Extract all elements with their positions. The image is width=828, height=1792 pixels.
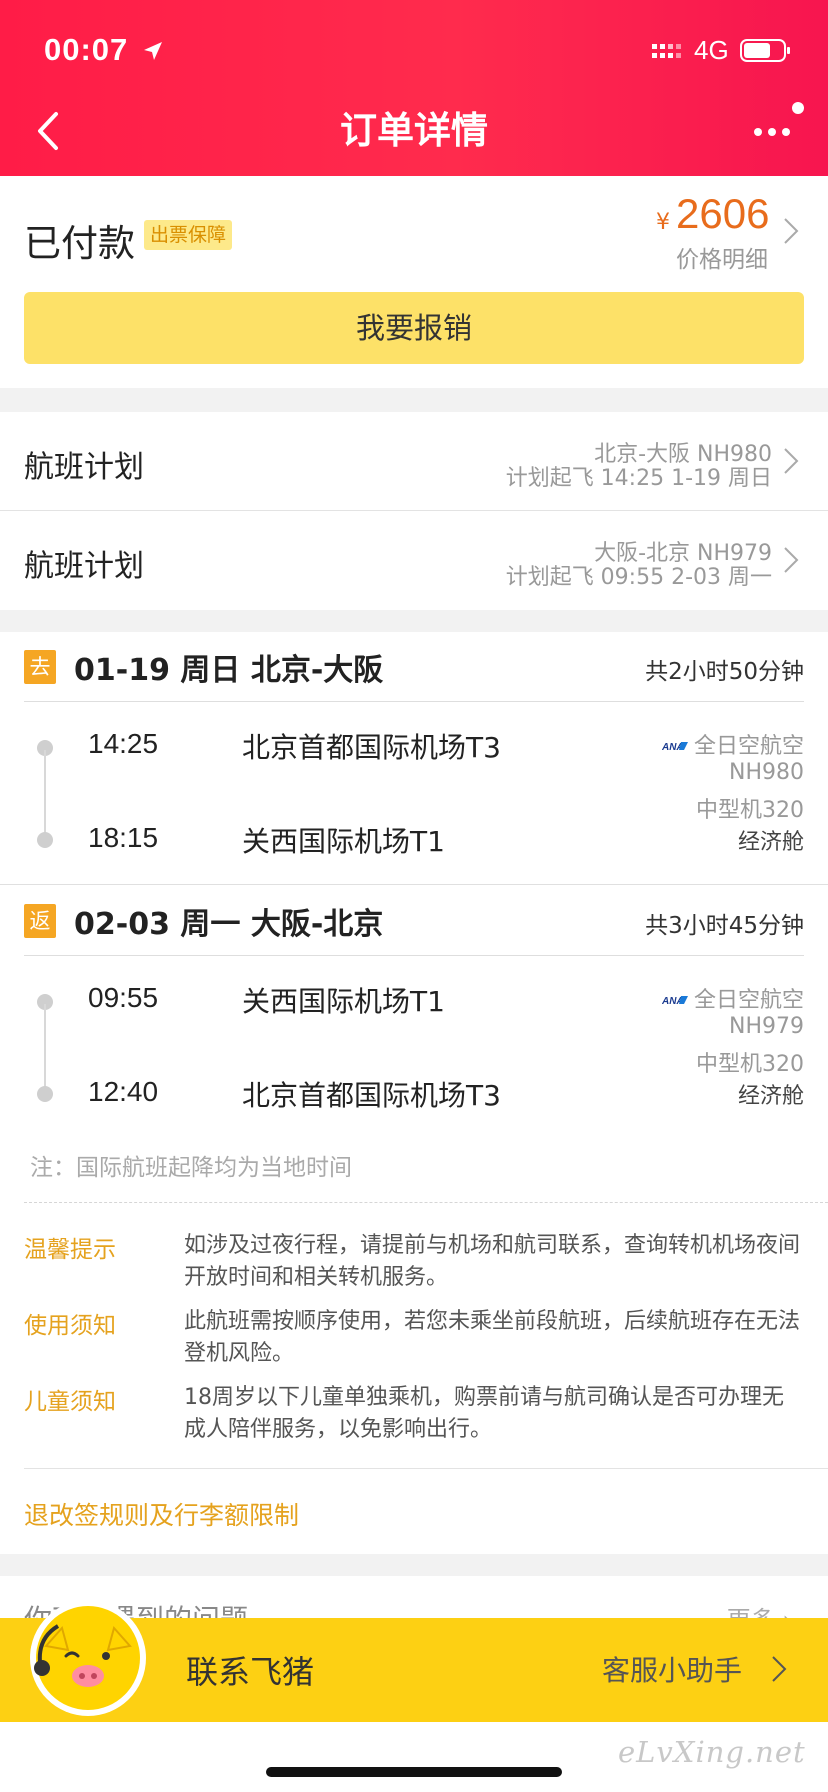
airline: ANA 全日空航空 — [662, 728, 804, 760]
timeline-dot — [37, 832, 53, 848]
payment-section: 已付款 出票保障 ¥ 2606 价格明细 我要报销 — [0, 176, 828, 388]
flight-plan-schedule: 计划起飞 09:55 2-03 周一 — [505, 565, 772, 590]
ticket-guarantee-badge: 出票保障 — [144, 220, 233, 250]
chevron-right-icon — [784, 448, 799, 474]
flight-plans-list: 航班计划 北京-大阪 NH980 计划起飞 14:25 1-19 周日 航班计划… — [0, 412, 828, 610]
customer-service-assistant[interactable]: 客服小助手 — [602, 1649, 742, 1689]
itinerary-section: 去 01-19 周日 北京-大阪 共2小时50分钟 14:25 北京首都国际机场… — [0, 632, 828, 1554]
leg-title: 01-19 周日 北京-大阪 — [74, 653, 384, 688]
chevron-right-icon — [784, 547, 799, 573]
status-time: 00:07 — [44, 32, 129, 67]
arrival-airport: 关西国际机场T1 — [242, 825, 445, 858]
ana-logo-icon: ANA — [662, 742, 688, 752]
leg-direction-tag: 去 — [24, 650, 56, 684]
flight-plan-schedule: 计划起飞 14:25 1-19 周日 — [505, 466, 772, 491]
dashed-divider — [24, 1202, 828, 1203]
price-detail-link[interactable]: 价格明细 — [676, 240, 768, 274]
page-title: 订单详情 — [340, 109, 488, 152]
price-amount[interactable]: 2606 — [676, 190, 769, 238]
chevron-right-icon[interactable] — [782, 216, 800, 246]
home-indicator[interactable] — [266, 1767, 562, 1777]
notice-text: 18周岁以下儿童单独乘机，购票前请与航司确认是否可办理无成人陪伴服务，以免影响出… — [184, 1385, 784, 1442]
departure-time: 09:55 — [88, 982, 159, 1013]
cabin-class: 经济舱 — [737, 1084, 804, 1109]
timeline-line — [44, 750, 46, 834]
timeline-line — [44, 1004, 46, 1088]
leg-duration: 共3小时45分钟 — [645, 913, 804, 939]
airline: ANA 全日空航空 — [662, 982, 804, 1014]
departure-airport: 北京首都国际机场T3 — [242, 731, 501, 764]
departure-airport: 关西国际机场T1 — [242, 985, 445, 1018]
flight-plan-row[interactable]: 航班计划 大阪-北京 NH979 计划起飞 09:55 2-03 周一 — [0, 510, 828, 608]
timeline-dot — [37, 1086, 53, 1102]
timezone-note: 注：国际航班起降均为当地时间 — [30, 1155, 352, 1181]
battery-icon — [740, 39, 790, 62]
notice-title: 儿童须知 — [24, 1389, 116, 1415]
notice-title: 使用须知 — [24, 1313, 116, 1339]
leg-header: 返 02-03 周一 大阪-北京 共3小时45分钟 — [24, 886, 804, 956]
aircraft-type: 中型机320 — [696, 798, 804, 823]
payment-status: 已付款 — [24, 222, 135, 265]
flight-number: NH980 — [729, 760, 804, 785]
more-menu-icon[interactable] — [748, 96, 808, 142]
divider — [0, 884, 828, 885]
flight-plan-row[interactable]: 航班计划 北京-大阪 NH980 计划起飞 14:25 1-19 周日 — [0, 412, 828, 510]
leg-direction-tag: 返 — [24, 904, 56, 938]
pig-mascot-avatar[interactable] — [28, 1598, 148, 1718]
airline-name: 全日空航空 — [693, 734, 804, 759]
aircraft-type: 中型机320 — [696, 1052, 804, 1077]
arrival-time: 18:15 — [88, 822, 159, 853]
airline-name: 全日空航空 — [693, 988, 804, 1013]
header: 00:07 4G 订单详情 — [0, 0, 828, 176]
watermark: eLvXing.net — [618, 1735, 806, 1769]
location-arrow-icon — [144, 42, 162, 60]
reimburse-button[interactable]: 我要报销 — [24, 292, 804, 364]
notice-text: 如涉及过夜行程，请提前与机场和航司联系，查询转机机场夜间开放时间和相关转机服务。 — [184, 1233, 801, 1290]
signal-icon — [652, 44, 681, 58]
leg-header: 去 01-19 周日 北京-大阪 共2小时50分钟 — [24, 632, 804, 702]
arrival-airport: 北京首都国际机场T3 — [242, 1079, 501, 1112]
chevron-right-icon[interactable] — [770, 1654, 788, 1684]
departure-time: 14:25 — [88, 728, 159, 759]
ana-logo-icon: ANA — [662, 996, 688, 1006]
network-type: 4G — [694, 35, 729, 65]
flight-number: NH979 — [729, 1014, 804, 1039]
divider — [24, 1468, 828, 1469]
flight-plan-title: 航班计划 — [24, 549, 144, 584]
notice-text: 此航班需按顺序使用，若您未乘坐前段航班，后续航班存在无法登机风险。 — [184, 1309, 801, 1366]
contact-fliggy-label: 联系飞猪 — [186, 1653, 315, 1691]
flight-plan-title: 航班计划 — [24, 450, 144, 485]
refund-rules-link[interactable]: 退改签规则及行李额限制 — [24, 1496, 299, 1532]
arrival-time: 12:40 — [88, 1076, 159, 1107]
currency-symbol: ¥ — [656, 210, 670, 235]
notice-title: 温馨提示 — [24, 1237, 116, 1263]
leg-title: 02-03 周一 大阪-北京 — [74, 907, 384, 942]
cabin-class: 经济舱 — [737, 830, 804, 855]
leg-duration: 共2小时50分钟 — [645, 659, 804, 685]
